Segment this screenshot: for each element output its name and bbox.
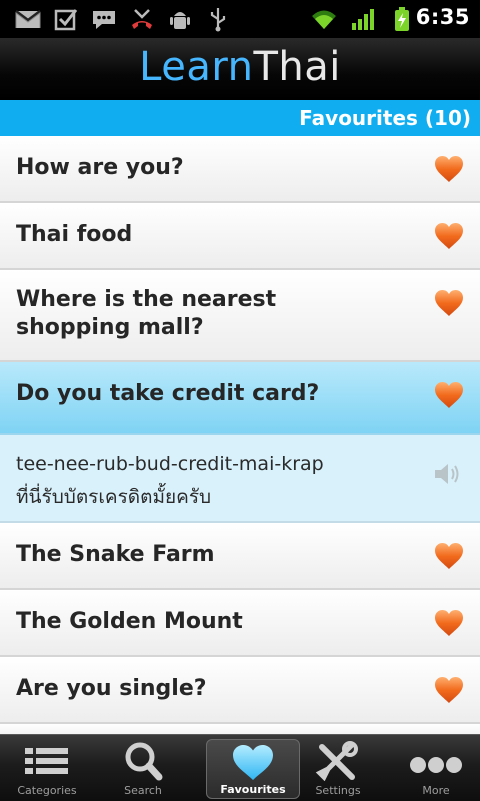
signal-icon	[350, 5, 378, 33]
phrase-title: Do you take credit card?	[16, 381, 320, 406]
favourite-heart-icon[interactable]	[433, 675, 465, 705]
checkbox-icon	[52, 5, 80, 33]
phrase-row[interactable]: The Golden Mount	[0, 590, 480, 657]
tab-search[interactable]: Search	[96, 739, 190, 799]
favourite-heart-icon[interactable]	[433, 154, 465, 184]
status-bar: 6:35	[0, 0, 480, 38]
tab-categories[interactable]: Categories	[0, 739, 94, 799]
phrase-title: How are you?	[16, 155, 184, 180]
phrase-row[interactable]: The Snake Farm	[0, 523, 480, 590]
phrase-title: Are you single?	[16, 676, 207, 701]
app-logo: LearnThai	[139, 44, 341, 90]
clock: 6:35	[415, 5, 470, 29]
sms-icon	[90, 5, 118, 33]
missed-call-icon	[128, 5, 156, 33]
tab-label: Search	[124, 784, 162, 797]
section-title: Favourites (10)	[299, 106, 471, 130]
usb-icon	[204, 5, 232, 33]
phrase-row[interactable]: How are you?	[0, 136, 480, 203]
tab-label: Favourites	[220, 783, 286, 796]
android-debug-icon	[166, 5, 194, 33]
phrase-title: The Snake Farm	[16, 542, 215, 567]
heart-icon	[207, 742, 299, 782]
battery-charging-icon	[388, 5, 416, 33]
bottom-tab-bar: Categories Search Favourites Settings Mo…	[0, 734, 480, 801]
favourite-heart-icon[interactable]	[433, 380, 465, 410]
tools-icon	[291, 741, 385, 781]
tab-favourites[interactable]: Favourites	[206, 739, 300, 799]
tab-more[interactable]: More	[389, 739, 480, 799]
transliteration-text: tee-nee-rub-bud-credit-mai-krap	[16, 453, 324, 475]
phrase-row-selected[interactable]: Do you take credit card?	[0, 362, 480, 435]
favourite-heart-icon[interactable]	[433, 608, 465, 638]
gmail-icon	[14, 5, 42, 33]
phrase-list: How are you? Thai food Where is the near…	[0, 136, 480, 744]
phrase-row[interactable]: Are you single?	[0, 657, 480, 724]
tab-label: Categories	[17, 784, 77, 797]
phrase-row[interactable]: Where is the nearest shopping mall?	[0, 270, 480, 362]
list-icon	[0, 741, 94, 781]
section-header: Favourites (10)	[0, 100, 480, 136]
favourite-heart-icon[interactable]	[433, 541, 465, 571]
phrase-row[interactable]: Thai food	[0, 203, 480, 270]
thai-text: ที่นี่รับบัตรเครดิตมั้ยครับ	[16, 486, 212, 508]
search-icon	[96, 741, 190, 781]
tab-label: Settings	[315, 784, 361, 797]
phrase-title: The Golden Mount	[16, 609, 243, 634]
phrase-title: Thai food	[16, 222, 133, 247]
more-icon	[389, 741, 480, 781]
tab-label: More	[422, 784, 450, 797]
speaker-icon[interactable]	[432, 459, 462, 489]
wifi-icon	[310, 5, 338, 33]
phrase-title: Where is the nearest shopping mall?	[16, 287, 277, 340]
tab-settings[interactable]: Settings	[291, 739, 385, 799]
phrase-detail: tee-nee-rub-bud-credit-mai-krap ที่นี่รั…	[0, 435, 480, 523]
favourite-heart-icon[interactable]	[433, 221, 465, 251]
app-header: LearnThai	[0, 38, 480, 100]
favourite-heart-icon[interactable]	[433, 288, 465, 318]
